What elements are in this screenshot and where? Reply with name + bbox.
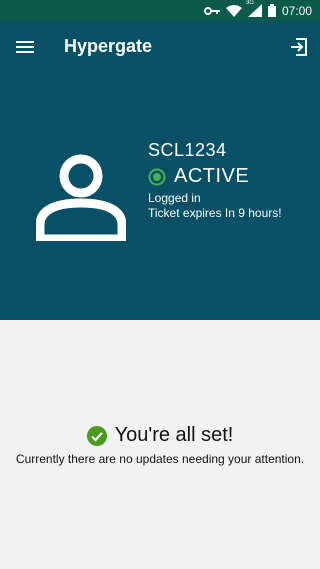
battery-icon [267, 4, 276, 17]
user-status: ACTIVE [174, 165, 250, 187]
menu-button[interactable] [14, 36, 36, 58]
key-icon [203, 6, 220, 16]
hamburger-menu-icon [16, 41, 34, 53]
active-status-icon [148, 168, 166, 185]
logged-in-text: Logged in [148, 191, 201, 205]
wifi-icon [225, 4, 242, 17]
no-updates-text: Currently there are no updates needing y… [15, 452, 305, 466]
network-type-label: 3G [245, 0, 254, 6]
user-status-panel: SCL1234 ACTIVE Logged in Ticket expires … [0, 73, 320, 320]
check-circle-icon [86, 425, 107, 446]
status-row: ACTIVE [148, 165, 249, 188]
ticket-expiry-text: Ticket expires In 9 hours! [148, 206, 282, 220]
status-time: 07:00 [281, 3, 312, 18]
app-title: Hypergate [64, 36, 153, 56]
all-set-row: You're all set! [0, 424, 320, 447]
user-id: SCL1234 [148, 140, 227, 160]
signal-icon: 3G [246, 0, 262, 17]
main-content: You're all set! Currently there are no u… [0, 320, 320, 569]
logout-button[interactable] [288, 36, 310, 58]
logout-icon [291, 38, 307, 56]
app-bar: Hypergate [0, 21, 320, 73]
status-bar: 3G 07:00 [0, 0, 320, 21]
user-avatar-icon [36, 154, 126, 241]
all-set-title: You're all set! [114, 424, 234, 446]
